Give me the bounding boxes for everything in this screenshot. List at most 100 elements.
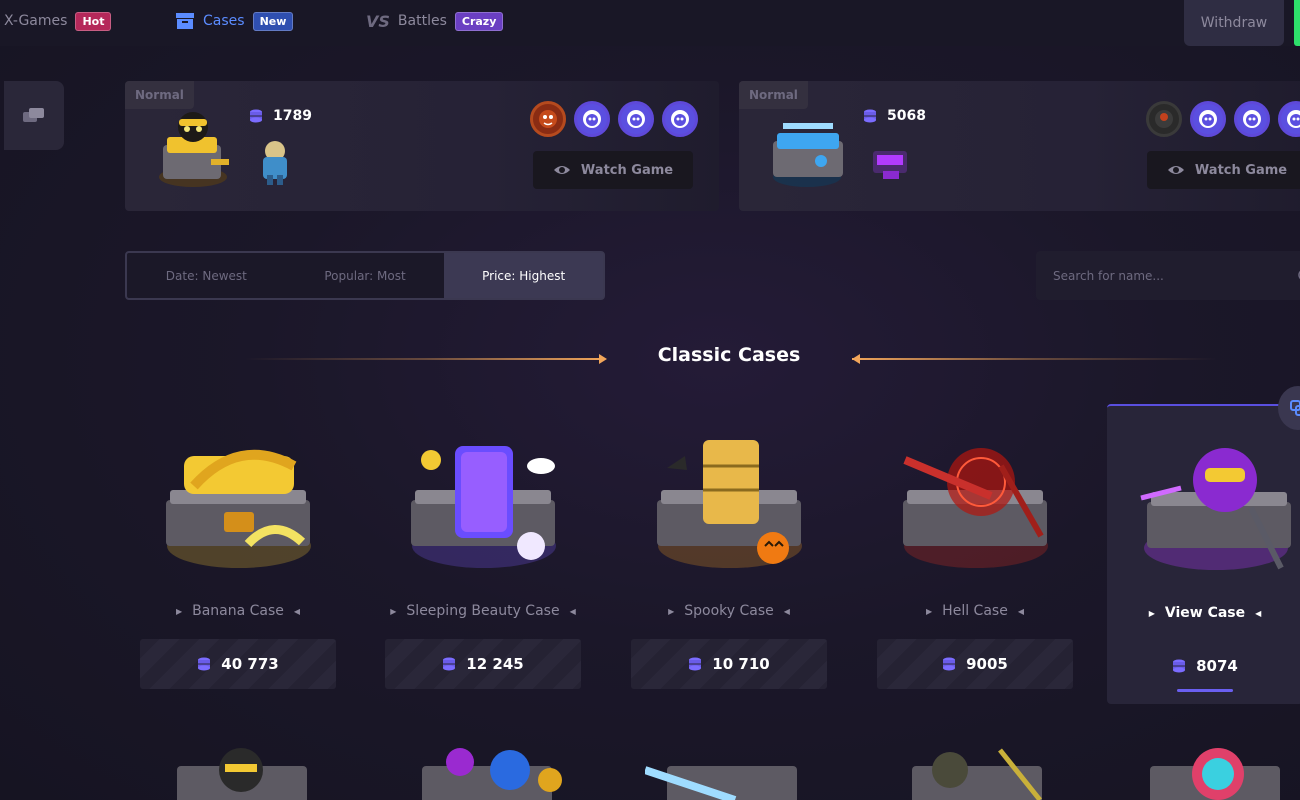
sort-tabs: Date: Newest Popular: Most Price: Highes… — [125, 251, 605, 300]
case-image — [166, 449, 311, 568]
nav-xgames-label: X-Games — [4, 13, 68, 29]
versus-icon: VS — [366, 11, 390, 31]
case-name-label: Hell Case — [942, 603, 1008, 619]
caret-left-icon: ◀ — [569, 606, 576, 616]
case-card[interactable]: ▶ Banana Case ◀ 40 773 — [140, 404, 336, 704]
empty-seat-icon — [627, 110, 645, 128]
chat-icon — [23, 107, 44, 122]
case-name-label: Sleeping Beauty Case — [406, 603, 560, 619]
nav-battles-label: Battles — [397, 13, 447, 29]
case-price-value: 8074 — [1196, 657, 1238, 675]
battle-case-image — [159, 112, 229, 187]
search-input[interactable] — [1053, 268, 1283, 283]
empty-slot-avatar[interactable] — [574, 101, 610, 137]
case-name: ▶ Sleeping Beauty Case ◀ — [385, 603, 581, 619]
case-price-value: 9005 — [966, 655, 1008, 673]
battle-case-image — [773, 123, 843, 187]
watch-game-button[interactable]: Watch Game — [1147, 151, 1300, 189]
battle-card[interactable]: Normal 5068 Watch Game — [739, 81, 1300, 211]
nav-cases-label: Cases — [203, 13, 245, 29]
case-name-label: Banana Case — [192, 603, 284, 619]
case-name: ▶ Hell Case ◀ — [877, 603, 1073, 619]
case-image-partial[interactable] — [645, 740, 815, 800]
section-title: Classic Cases — [657, 344, 801, 366]
eye-icon — [553, 166, 570, 174]
online-indicator — [1294, 0, 1300, 46]
case-image-partial[interactable] — [400, 740, 570, 800]
withdraw-button[interactable]: Withdraw — [1184, 0, 1284, 46]
player-avatar[interactable] — [1146, 101, 1182, 137]
battle-case-image-small — [263, 141, 287, 185]
watch-game-button[interactable]: Watch Game — [533, 151, 693, 189]
empty-slot-avatar[interactable] — [1234, 101, 1270, 137]
case-image-partial[interactable] — [890, 740, 1060, 800]
top-navigation: X-Games Hot Cases New VS Battles Crazy W… — [0, 0, 1300, 46]
case-name-label: Spooky Case — [684, 603, 774, 619]
hover-underline — [1177, 689, 1233, 692]
caret-right-icon: ▶ — [175, 606, 183, 616]
case-name: ▶ Banana Case ◀ — [140, 603, 336, 619]
search-icon — [1298, 270, 1300, 280]
link-icon — [1290, 400, 1300, 416]
case-card[interactable]: ▶ Hell Case ◀ 9005 — [877, 404, 1073, 704]
case-box-icon — [176, 13, 194, 29]
case-card-hovered[interactable]: ▶ View Case ◀ 8074 — [1107, 404, 1300, 704]
watch-game-label: Watch Game — [580, 162, 674, 178]
case-price: 12 245 — [385, 639, 581, 689]
case-price-value: 40 773 — [221, 655, 279, 673]
case-card[interactable]: ▶ Sleeping Beauty Case ◀ 12 245 — [385, 404, 581, 704]
player-avatars — [1146, 101, 1300, 137]
empty-seat-icon — [1287, 110, 1300, 128]
case-name-label: View Case — [1164, 605, 1246, 621]
sort-tab-popular[interactable]: Popular: Most — [286, 253, 445, 298]
case-price: 9005 — [877, 639, 1073, 689]
nav-cases[interactable]: Cases New — [175, 10, 294, 32]
case-image-partial[interactable] — [1128, 740, 1298, 800]
case-price: 10 710 — [631, 639, 827, 689]
player-face-icon — [1155, 110, 1173, 128]
caret-right-icon: ▶ — [390, 606, 397, 616]
eye-icon — [1167, 166, 1184, 174]
search-box — [1036, 251, 1300, 300]
coin-stack-icon — [250, 109, 262, 123]
coin-amount-value: 5068 — [887, 108, 926, 124]
empty-slot-avatar[interactable] — [618, 101, 654, 137]
empty-slot-avatar[interactable] — [662, 101, 698, 137]
player-avatar[interactable] — [530, 101, 566, 137]
case-image — [903, 448, 1048, 568]
title-arrow-left — [245, 358, 605, 360]
battle-card[interactable]: Normal 1789 Watch Game — [125, 81, 719, 211]
crazy-badge: Crazy — [454, 11, 504, 31]
case-card[interactable]: ▶ Spooky Case ◀ 10 710 — [631, 404, 827, 704]
watch-game-label: Watch Game — [1194, 162, 1288, 178]
coin-stack-icon — [864, 109, 876, 123]
new-badge: New — [252, 11, 294, 31]
nav-battles[interactable]: VS Battles Crazy — [366, 10, 504, 32]
battle-coin-amount: 5068 — [863, 108, 926, 124]
coin-stack-icon — [1173, 659, 1186, 673]
empty-slot-avatar[interactable] — [1190, 101, 1226, 137]
caret-left-icon: ◀ — [783, 606, 790, 616]
coin-stack-icon — [443, 657, 456, 671]
chat-toggle-button[interactable] — [4, 81, 64, 150]
player-face-icon — [539, 110, 557, 128]
case-price: 8074 — [1107, 641, 1300, 691]
hot-badge: Hot — [75, 11, 112, 31]
sort-tab-date[interactable]: Date: Newest — [127, 253, 286, 298]
caret-left-icon: ◀ — [1255, 608, 1262, 618]
empty-seat-icon — [1243, 110, 1261, 128]
sort-tab-price[interactable]: Price: Highest — [444, 253, 604, 298]
caret-right-icon: ▶ — [668, 606, 675, 616]
battle-case-image-small — [873, 151, 907, 179]
case-image-partial[interactable] — [155, 740, 325, 800]
case-price-value: 12 245 — [466, 655, 524, 673]
title-arrow-right — [852, 358, 1217, 360]
nav-xgames[interactable]: X-Games Hot — [4, 10, 112, 32]
case-image — [411, 446, 556, 568]
coin-stack-icon — [198, 657, 211, 671]
case-name: ▶ Spooky Case ◀ — [631, 603, 827, 619]
empty-seat-icon — [583, 110, 601, 128]
coin-stack-icon — [689, 657, 702, 671]
empty-slot-avatar[interactable] — [1278, 101, 1300, 137]
empty-seat-icon — [671, 110, 689, 128]
